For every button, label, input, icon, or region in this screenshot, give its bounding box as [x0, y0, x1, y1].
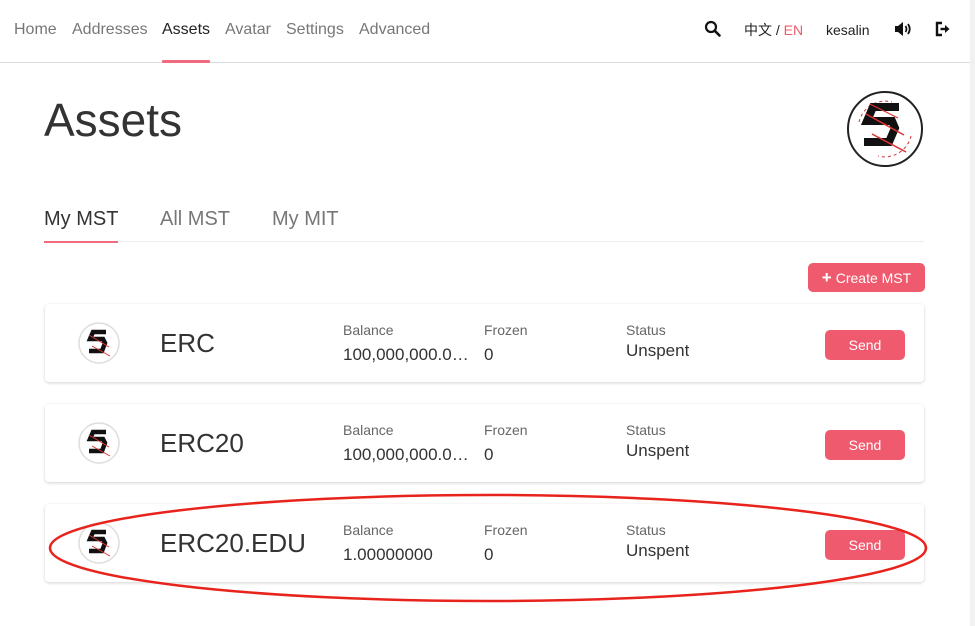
nav-addresses[interactable]: Addresses — [72, 0, 148, 63]
frozen-label: Frozen — [484, 422, 528, 438]
lang-cn[interactable]: 中文 — [744, 22, 772, 38]
asset-tabs: My MST All MST My MIT — [44, 198, 924, 243]
send-button[interactable]: Send — [825, 530, 905, 560]
frozen-value: 0 — [484, 345, 494, 364]
asset-name: ERC — [160, 328, 215, 358]
nav-settings[interactable]: Settings — [286, 0, 344, 63]
nav-advanced[interactable]: Advanced — [359, 0, 430, 63]
balance-value: 100,000,000.00000000 — [343, 445, 477, 464]
frozen-label: Frozen — [484, 322, 528, 338]
status-value: Unspent — [626, 541, 690, 560]
nav-assets[interactable]: Assets — [162, 0, 211, 63]
tab-all-mst[interactable]: All MST — [160, 198, 230, 241]
balance-value: 100,000,000.00000000 — [343, 345, 477, 364]
tab-my-mst[interactable]: My MST — [44, 198, 119, 243]
frozen-label: Frozen — [484, 522, 528, 538]
frozen-value: 0 — [484, 545, 494, 564]
send-button[interactable]: Send — [825, 430, 905, 460]
status-value: Unspent — [626, 441, 690, 460]
status-label: Status — [626, 522, 666, 538]
asset-name: ERC20 — [160, 428, 244, 458]
nav-avatar[interactable]: Avatar — [225, 0, 271, 63]
plus-icon: + — [821, 268, 832, 287]
search-icon[interactable] — [704, 20, 724, 40]
username-menu[interactable]: kesalin — [826, 0, 870, 60]
asset-logo-icon — [78, 522, 120, 564]
page-scrollbar[interactable] — [970, 0, 975, 626]
lang-en[interactable]: EN — [784, 22, 803, 38]
volume-icon[interactable] — [893, 20, 913, 40]
asset-card: ERC20.EDU Balance 1.00000000 Frozen 0 St… — [45, 504, 924, 582]
asset-card: ERC20 Balance 100,000,000.00000000 Froze… — [45, 404, 924, 482]
asset-logo-icon — [78, 422, 120, 464]
page-title: Assets — [44, 94, 183, 146]
create-mst-label: Create MST — [835, 270, 912, 286]
logout-icon[interactable] — [934, 20, 954, 40]
mst-logo-icon — [846, 90, 924, 168]
asset-card: ERC Balance 100,000,000.00000000 Frozen … — [45, 304, 924, 382]
status-label: Status — [626, 422, 666, 438]
nav-home[interactable]: Home — [14, 0, 57, 63]
balance-label: Balance — [343, 322, 394, 338]
balance-value: 1.00000000 — [343, 545, 433, 564]
status-value: Unspent — [626, 341, 690, 360]
balance-label: Balance — [343, 422, 394, 438]
top-nav: Home Addresses Assets Avatar Settings Ad… — [0, 0, 970, 63]
asset-name: ERC20.EDU — [160, 528, 306, 558]
lang-separator: / — [772, 22, 784, 38]
tab-my-mit[interactable]: My MIT — [272, 198, 339, 241]
language-switch[interactable]: 中文 / EN — [744, 0, 803, 60]
create-mst-button[interactable]: + Create MST — [808, 263, 925, 292]
asset-logo-icon — [78, 322, 120, 364]
balance-label: Balance — [343, 522, 394, 538]
send-button[interactable]: Send — [825, 330, 905, 360]
frozen-value: 0 — [484, 445, 494, 464]
status-label: Status — [626, 322, 666, 338]
